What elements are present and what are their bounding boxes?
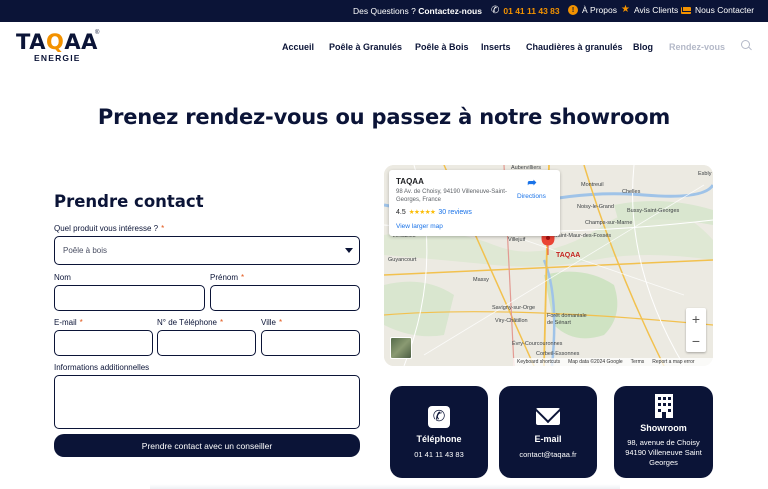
prenom-label: Prénom * — [210, 273, 245, 282]
email-card[interactable]: E-mail contact@taqaa.fr — [499, 386, 597, 478]
prenom-field[interactable] — [210, 285, 360, 311]
zoom-in-button[interactable]: + — [686, 308, 706, 330]
contact-us-link[interactable]: Nous Contacter — [681, 5, 754, 15]
ville-field[interactable] — [261, 330, 360, 356]
reviews-link[interactable]: 30 reviews — [438, 209, 471, 216]
map-rating: 4.5 ★★★★★ 30 reviews — [396, 208, 472, 217]
email-field[interactable] — [54, 330, 153, 356]
tel-label: N° de Téléphone * — [157, 318, 224, 327]
phone-icon: ✆ — [428, 406, 450, 428]
zoom-out-button[interactable]: − — [686, 330, 706, 352]
map-place-name: TAQAA — [396, 177, 424, 186]
phone-card-title: Téléphone — [416, 434, 462, 444]
mail-icon — [536, 408, 560, 425]
showroom-address-line-3: Georges — [649, 458, 678, 467]
star-rating-icon: ★★★★★ — [408, 209, 436, 216]
reviews-link[interactable]: ★ Avis Clients — [621, 4, 678, 16]
nav-item-blog[interactable]: Blog — [633, 42, 653, 52]
showroom-address-line-2: 94190 Villeneuve Saint — [625, 448, 702, 457]
info-label: Informations additionnelles — [54, 363, 150, 372]
submit-button[interactable]: Prendre contact avec un conseiller — [54, 434, 360, 457]
nav-item-accueil[interactable]: Accueil — [282, 42, 314, 52]
map-place-card: TAQAA 98 Av. de Choisy, 94190 Villeneuve… — [389, 170, 560, 236]
search-icon[interactable] — [741, 40, 750, 49]
footer-edge — [150, 484, 620, 489]
showroom-address-line-1: 98, avenue de Choisy — [627, 438, 700, 447]
directions-icon[interactable]: ➦ — [526, 177, 538, 189]
info-textarea[interactable] — [54, 375, 360, 429]
phone-icon: ✆ — [491, 5, 500, 16]
chevron-down-icon — [345, 248, 353, 253]
nav-item-rendez-vous[interactable]: Rendez-vous — [669, 42, 725, 52]
topbar-phone[interactable]: ✆ 01 41 11 43 83 — [491, 5, 560, 16]
directions-link[interactable]: Directions — [517, 193, 546, 200]
nav-item-inserts[interactable]: Inserts — [481, 42, 511, 52]
questions-text: Des Questions ? Contactez-nous — [353, 6, 482, 16]
top-bar: Des Questions ? Contactez-nous ✆ 01 41 1… — [0, 0, 768, 22]
satellite-toggle[interactable] — [390, 337, 412, 359]
product-select[interactable]: Poêle à bois — [54, 236, 360, 265]
map-place-address: 98 Av. de Choisy, 94190 Villeneuve-Saint… — [396, 189, 507, 203]
page-title: Prenez rendez-vous ou passez à notre sho… — [97, 105, 671, 129]
topbar-phone-number[interactable]: 01 41 11 43 83 — [503, 6, 559, 16]
nav-item-poele-granules[interactable]: Poêle à Granulés — [329, 42, 402, 52]
ville-label: Ville * — [261, 318, 283, 327]
showroom-card[interactable]: Showroom 98, avenue de Choisy 94190 Vill… — [614, 386, 713, 478]
map-footer: Keyboard shortcuts Map data ©2024 Google… — [513, 358, 713, 366]
tel-field[interactable] — [157, 330, 256, 356]
nav-item-chaudieres[interactable]: Chaudières à granulés — [526, 42, 623, 52]
nom-field[interactable] — [54, 285, 205, 311]
star-icon: ★ — [621, 4, 630, 15]
email-card-value: contact@taqaa.fr — [519, 450, 577, 459]
building-icon — [654, 394, 673, 418]
map-pin-label: TAQAA — [556, 252, 581, 259]
logo-subtitle: ENERGIE — [34, 53, 81, 63]
map-zoom-control: + − — [686, 308, 706, 352]
larger-map-link[interactable]: View larger map — [396, 223, 443, 230]
email-card-title: E-mail — [534, 434, 562, 444]
nom-label: Nom — [54, 273, 71, 282]
contact-link[interactable]: Contactez-nous — [418, 6, 482, 16]
showroom-card-title: Showroom — [640, 423, 687, 433]
email-label: E-mail * — [54, 318, 83, 327]
product-label: Quel produit vous intéresse ? * — [54, 224, 165, 233]
phone-card[interactable]: ✆ Téléphone 01 41 11 43 83 — [390, 386, 488, 478]
mail-icon — [681, 6, 691, 14]
info-icon: ! — [568, 5, 578, 15]
phone-card-value: 01 41 11 43 83 — [414, 450, 464, 459]
about-link[interactable]: ! À Propos — [568, 5, 617, 15]
taqaa-logo[interactable]: TAQAA ® ENERGIE — [16, 30, 106, 64]
nav-item-poele-bois[interactable]: Poêle à Bois — [415, 42, 469, 52]
logo-wordmark: TAQAA — [16, 30, 98, 54]
form-title: Prendre contact — [54, 192, 204, 211]
